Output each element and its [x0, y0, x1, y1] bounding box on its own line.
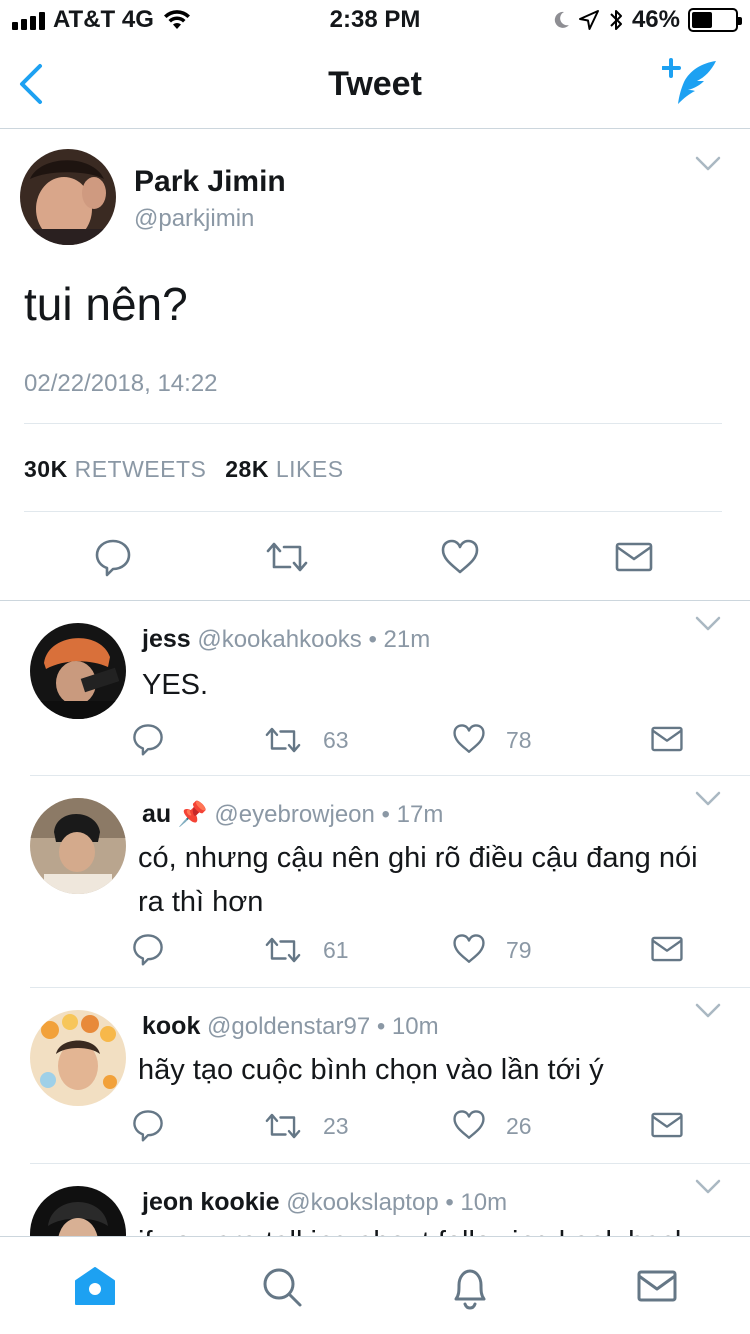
reply-tweet[interactable]: kook @goldenstar97 • 10m hãy tạo cuộc bì… — [0, 988, 750, 1164]
tweet-stats: 30K RETWEETS 28K LIKES — [24, 456, 344, 483]
tweet-text: tui nên? — [24, 278, 188, 330]
retweet-count: 63 — [323, 727, 349, 753]
reply-tweet[interactable]: jess @kookahkooks • 21m YES. 63 78 — [0, 601, 750, 776]
reply-header: kook @goldenstar97 • 10m — [142, 1012, 439, 1041]
retweets-count[interactable]: 30K — [24, 456, 68, 482]
location-icon — [578, 10, 599, 30]
avatar[interactable] — [30, 1010, 126, 1106]
heart-icon[interactable] — [452, 722, 486, 756]
reply-author-name[interactable]: kook — [142, 1012, 200, 1040]
chevron-down-icon[interactable] — [694, 1002, 722, 1020]
bluetooth-icon — [610, 10, 622, 30]
reply-tweet[interactable]: jeon kookie @kookslaptop • 10m if you ar… — [0, 1164, 750, 1236]
tweet-timestamp: 02/22/2018, 14:22 — [24, 370, 218, 397]
like-count: 26 — [506, 1113, 532, 1139]
status-right: 46% — [552, 6, 742, 34]
retweets-label[interactable]: RETWEETS — [75, 456, 207, 482]
retweet-icon[interactable] — [264, 537, 310, 577]
retweet-icon[interactable] — [263, 933, 303, 967]
battery-percent: 46% — [631, 6, 680, 33]
heart-icon[interactable] — [452, 1108, 486, 1142]
author-handle[interactable]: @parkjimin — [134, 205, 254, 233]
reply-text: YES. — [142, 669, 209, 701]
divider — [24, 511, 722, 512]
message-icon[interactable] — [650, 932, 684, 966]
reply-author-handle[interactable]: @eyebrowjeon — [214, 801, 374, 828]
reply-text: if you are talking about following kook … — [138, 1220, 718, 1236]
message-icon[interactable] — [650, 1108, 684, 1142]
reply-author-name[interactable]: au — [142, 800, 171, 828]
tab-bar — [0, 1236, 750, 1334]
author-name[interactable]: Park Jimin — [134, 165, 286, 199]
battery-icon — [688, 8, 742, 32]
likes-count[interactable]: 28K — [225, 456, 269, 482]
likes-label[interactable]: LIKES — [276, 456, 344, 482]
reply-tweet[interactable]: au 📌 @eyebrowjeon • 17m có, nhưng cậu nê… — [0, 776, 750, 988]
main-tweet: Park Jimin @parkjimin tui nên? 02/22/201… — [0, 129, 750, 601]
reply-icon[interactable] — [131, 1108, 165, 1142]
avatar[interactable] — [30, 798, 126, 894]
heart-icon[interactable] — [440, 537, 480, 577]
nav-bar: Tweet — [0, 40, 750, 129]
reply-header: au 📌 @eyebrowjeon • 17m — [142, 800, 443, 829]
reply-time: 21m — [383, 626, 431, 653]
home-icon[interactable] — [73, 1265, 117, 1307]
moon-icon — [554, 11, 569, 28]
reply-header: jeon kookie @kookslaptop • 10m — [142, 1188, 507, 1217]
reply-text: hãy tạo cuộc bình chọn vào lần tới ý — [138, 1054, 604, 1086]
retweet-icon[interactable] — [263, 723, 303, 757]
like-count: 79 — [506, 937, 532, 963]
status-bar: AT&T 4G 2:38 PM 46% — [0, 0, 750, 40]
avatar[interactable] — [20, 149, 116, 245]
messages-icon[interactable] — [636, 1265, 678, 1307]
message-icon[interactable] — [614, 537, 654, 577]
page-title: Tweet — [328, 65, 422, 103]
reply-author-handle[interactable]: @goldenstar97 — [207, 1013, 370, 1040]
reply-icon[interactable] — [131, 722, 165, 756]
chevron-down-icon[interactable] — [694, 790, 722, 808]
reply-time: 17m — [396, 801, 444, 828]
compose-tweet-icon[interactable] — [662, 58, 720, 108]
reply-author-handle[interactable]: @kookslaptop — [286, 1189, 438, 1216]
reply-icon[interactable] — [93, 537, 133, 577]
separator-dot: • — [376, 1013, 386, 1040]
reply-author-name[interactable]: jess — [142, 625, 191, 653]
chevron-down-icon[interactable] — [694, 615, 722, 633]
reply-author-handle[interactable]: @kookahkooks — [197, 626, 361, 653]
avatar[interactable] — [30, 1186, 126, 1236]
separator-dot: • — [368, 626, 377, 653]
separator-dot: • — [445, 1189, 454, 1216]
reply-time: 10m — [460, 1189, 508, 1216]
reply-header: jess @kookahkooks • 21m — [142, 625, 430, 654]
separator-dot: • — [381, 801, 390, 828]
divider — [24, 423, 722, 424]
reply-text: có, nhưng cậu nên ghi rõ điều cậu đang n… — [138, 842, 698, 918]
retweet-icon[interactable] — [263, 1109, 303, 1143]
reply-author-name[interactable]: jeon kookie — [142, 1188, 280, 1216]
reply-time: 10m — [391, 1013, 439, 1040]
notifications-icon[interactable] — [448, 1265, 492, 1311]
message-icon[interactable] — [650, 722, 684, 756]
chevron-down-icon[interactable] — [694, 1178, 722, 1196]
heart-icon[interactable] — [452, 932, 486, 966]
chevron-down-icon[interactable] — [694, 155, 722, 173]
avatar[interactable] — [30, 623, 126, 719]
like-count: 78 — [506, 727, 532, 753]
reply-icon[interactable] — [131, 932, 165, 966]
pushpin-emoji: 📌 — [177, 801, 208, 828]
search-icon[interactable] — [260, 1265, 304, 1309]
retweet-count: 23 — [323, 1113, 349, 1139]
retweet-count: 61 — [323, 937, 349, 963]
